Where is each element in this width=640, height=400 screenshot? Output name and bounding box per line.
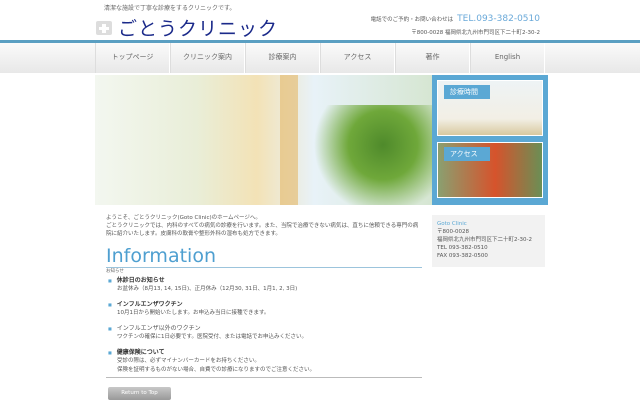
zip: 〒800-0028: [437, 229, 469, 235]
item-body: 10月1日から開始いたします。お申込み当日に接種できます。: [117, 310, 270, 316]
clinic-name: Goto Clinic: [437, 221, 467, 227]
item-heading: インフルエンザワクチン: [108, 300, 420, 309]
list-item: インフルエンザワクチン10月1日から開始いたします。お申込み当日に接種できます。: [108, 300, 420, 318]
header-address: 〒800-0028 福岡県北九州市門司区下二十町2-30-2: [411, 30, 540, 36]
fax: FAX 093-382-0500: [437, 253, 488, 259]
list-item: インフルエンザ以外のワクチンワクチンの確保に1日必要です。医院受付、または電話で…: [108, 324, 420, 342]
item-body: お盆休み（8月13, 14, 15日)、正月休み（12月30, 31日、1月1,…: [117, 286, 298, 292]
intro-line: ごとうクリニックでは、内科のすべての病気の診療を行います。また、当院で治療できな…: [106, 223, 419, 237]
nav-top[interactable]: トップページ: [95, 43, 170, 73]
information-list: 休診日のお知らせお盆休み（8月13, 14, 15日)、正月休み（12月30, …: [108, 276, 420, 381]
divider: [106, 377, 422, 378]
hero-image: [95, 75, 432, 205]
item-heading: インフルエンザ以外のワクチン: [108, 324, 420, 333]
item-heading: 休診日のお知らせ: [108, 276, 420, 285]
return-to-top-button[interactable]: Return to Top: [108, 387, 171, 400]
tel: TEL 093-382-0510: [437, 245, 488, 251]
nav-publications[interactable]: 著作: [395, 43, 470, 73]
banner-access[interactable]: アクセス: [437, 142, 543, 198]
nav-services[interactable]: 診療案内: [245, 43, 320, 73]
nav-clinic[interactable]: クリニック案内: [170, 43, 245, 73]
list-item: 健康保険について受診の際は、必ずマイナンバーカードをお持ちください。保険を証明す…: [108, 348, 420, 375]
nav-access[interactable]: アクセス: [320, 43, 395, 73]
nav-english[interactable]: English: [470, 43, 545, 73]
header-tel: TEL.093-382-0510: [457, 14, 540, 24]
logo[interactable]: ごとうクリニック: [96, 14, 278, 41]
item-body: 保険を証明するものがない場合、自費での診療になりますのでご注意ください。: [117, 367, 316, 373]
main-nav: トップページ クリニック案内 診療案内 アクセス 著作 English: [0, 43, 640, 73]
item-heading: 健康保険について: [108, 348, 420, 357]
side-banners: 診療時間 アクセス: [432, 75, 548, 205]
item-body: ワクチンの確保に1日必要です。医院受付、または電話でお申込みください。: [117, 334, 307, 340]
address: 福岡県北九州市門司区下二十町2-30-2: [437, 237, 532, 243]
list-item: 休診日のお知らせお盆休み（8月13, 14, 15日)、正月休み（12月30, …: [108, 276, 420, 294]
item-body: 受診の際は、必ずマイナンバーカードをお持ちください。: [117, 358, 260, 364]
intro-line: ようこそ、ごとうクリニック(Goto Clinic)のホームページへ。: [106, 215, 261, 221]
banner-hours[interactable]: 診療時間: [437, 80, 543, 136]
header-contact: 電話でのご予約・お問い合わせは TEL.093-382-0510 〒800-002…: [371, 14, 540, 36]
information-subtitle: お知らせ: [106, 269, 124, 274]
logo-text: ごとうクリニック: [118, 18, 279, 40]
banner-access-label: アクセス: [444, 147, 490, 161]
intro-text: ようこそ、ごとうクリニック(Goto Clinic)のホームページへ。 ごとうク…: [106, 214, 422, 238]
medical-cross-icon: [96, 20, 112, 35]
tagline: 清潔な施設で丁寧な診療をするクリニックです。: [104, 5, 236, 12]
banner-hours-label: 診療時間: [444, 85, 490, 99]
sidebar-address: Goto Clinic 〒800-0028 福岡県北九州市門司区下二十町2-30…: [432, 215, 545, 267]
contact-label: 電話でのご予約・お問い合わせは: [370, 17, 454, 23]
information-title: Information: [106, 245, 422, 268]
